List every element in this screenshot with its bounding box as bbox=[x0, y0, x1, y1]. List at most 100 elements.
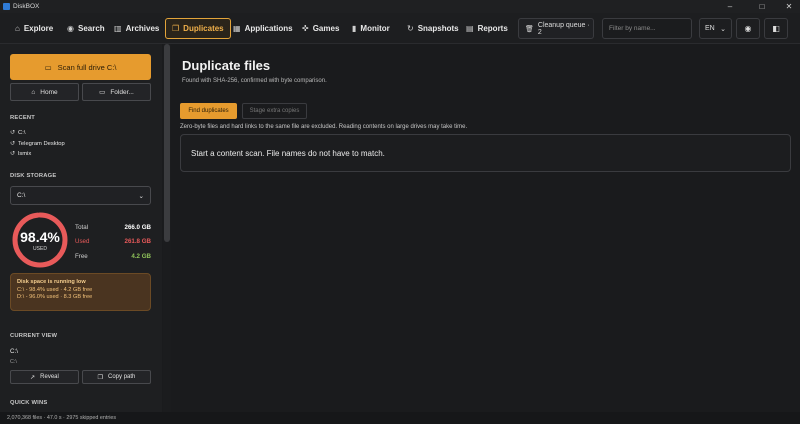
tab-explore[interactable]: ⌂ Explore bbox=[9, 18, 59, 39]
warning-line: C:\ - 98.4% used · 4.2 GB free bbox=[17, 286, 93, 293]
sidebar-scrollbar-thumb[interactable] bbox=[164, 44, 170, 242]
recent-item-label: Telegram Desktop bbox=[18, 140, 65, 147]
tab-duplicates[interactable]: ❐ Duplicates bbox=[165, 18, 231, 39]
low-space-warning: Disk space is running low C:\ - 98.4% us… bbox=[10, 273, 151, 311]
empty-state-message: Start a content scan. File names do not … bbox=[191, 149, 385, 158]
status-text: 2,070,368 files · 47.0 s · 2975 skipped … bbox=[7, 415, 117, 421]
scan-full-drive-button[interactable]: ▭ Scan full drive C:\ bbox=[10, 54, 151, 80]
tab-monitor[interactable]: ▮ Monitor bbox=[346, 18, 396, 39]
gauge-caption: USED bbox=[33, 246, 47, 252]
warning-title: Disk space is running low bbox=[17, 279, 86, 285]
recent-item-label: C:\ bbox=[18, 129, 26, 136]
current-view-path: C:\ bbox=[10, 348, 18, 355]
page-subtitle: Found with SHA-256, confirmed with byte … bbox=[182, 78, 327, 84]
status-bar: 2,070,368 files · 47.0 s · 2975 skipped … bbox=[0, 412, 800, 424]
page-title: Duplicate files bbox=[182, 58, 271, 73]
tab-label: Duplicates bbox=[183, 24, 224, 33]
folder-button-label: Folder... bbox=[110, 88, 134, 96]
stat-used-label: Used bbox=[75, 238, 90, 245]
tab-label: Snapshots bbox=[417, 24, 459, 33]
app-logo-icon bbox=[3, 3, 10, 10]
grid-icon: ▦ bbox=[233, 24, 241, 33]
filter-input[interactable] bbox=[609, 25, 689, 32]
maximize-button[interactable]: □ bbox=[751, 0, 773, 13]
exclusion-note: Zero-byte files and hard links to the sa… bbox=[180, 124, 468, 130]
close-window-button[interactable]: ✕ bbox=[778, 0, 800, 13]
stat-free: Free 4.2 GB bbox=[75, 253, 151, 260]
gamepad-icon: ✜ bbox=[302, 24, 309, 33]
tab-reports[interactable]: ▤ Reports bbox=[460, 18, 514, 39]
title-bar: DiskBOX – □ ✕ bbox=[0, 0, 800, 13]
stat-free-label: Free bbox=[75, 253, 88, 260]
filter-field[interactable] bbox=[602, 18, 692, 39]
visibility-toggle-button[interactable]: ◉ bbox=[736, 18, 760, 39]
recent-item-label: lsmix bbox=[18, 150, 32, 157]
chevron-down-icon: ⌄ bbox=[138, 192, 144, 200]
history-icon: ↺ bbox=[10, 130, 16, 136]
recent-item[interactable]: ↺ lsmix bbox=[10, 150, 32, 158]
find-duplicates-button[interactable]: Find duplicates bbox=[180, 103, 237, 119]
tab-snapshots[interactable]: ↻ Snapshots bbox=[401, 18, 465, 39]
warning-line: D:\ - 96.0% used · 8.3 GB free bbox=[17, 294, 93, 300]
disk-usage-gauge: 98.4% USED bbox=[11, 211, 69, 269]
recent-item[interactable]: ↺ C:\ bbox=[10, 129, 26, 137]
chevron-down-icon: ⌄ bbox=[720, 25, 726, 33]
tab-label: Monitor bbox=[360, 24, 390, 33]
tab-label: Applications bbox=[244, 24, 293, 33]
recent-heading: RECENT bbox=[10, 115, 36, 121]
home-button-label: Home bbox=[40, 88, 58, 96]
reveal-button[interactable]: ↗ Reveal bbox=[10, 370, 79, 384]
reveal-button-label: Reveal bbox=[40, 374, 59, 380]
recent-item[interactable]: ↺ Telegram Desktop bbox=[10, 140, 65, 148]
sidebar: ▭ Scan full drive C:\ ⌂ Home ▭ Folder...… bbox=[0, 44, 162, 412]
results-panel: Start a content scan. File names do not … bbox=[180, 134, 791, 172]
tab-archives[interactable]: ▥ Archives bbox=[108, 18, 165, 39]
archive-icon: ▥ bbox=[114, 24, 122, 33]
folder-button[interactable]: ▭ Folder... bbox=[82, 83, 151, 101]
history-icon: ↺ bbox=[10, 151, 16, 157]
copy-path-label: Copy path bbox=[108, 374, 136, 380]
disk-storage-heading: DISK STORAGE bbox=[10, 173, 57, 179]
home-button[interactable]: ⌂ Home bbox=[10, 83, 79, 101]
stat-total: Total 266.0 GB bbox=[75, 224, 151, 231]
app-title: DiskBOX bbox=[13, 3, 40, 10]
tab-games[interactable]: ✜ Games bbox=[296, 18, 345, 39]
quick-wins-heading: QUICK WINS bbox=[10, 400, 48, 406]
bar-chart-icon: ▮ bbox=[352, 24, 357, 33]
copy-icon: ❐ bbox=[172, 24, 180, 33]
current-view-subpath: C:\ bbox=[10, 359, 17, 365]
main-content: Duplicate files Found with SHA-256, conf… bbox=[171, 44, 800, 412]
gauge-percent: 98.4% bbox=[20, 229, 60, 245]
tab-label: Archives bbox=[125, 24, 160, 33]
minimize-button[interactable]: – bbox=[719, 0, 741, 13]
stat-total-value: 266.0 GB bbox=[124, 224, 151, 231]
tab-label: Search bbox=[77, 24, 105, 33]
cleanup-queue-button[interactable]: 🗑 Cleanup queue · 2 bbox=[518, 18, 594, 39]
scan-button-label: Scan full drive C:\ bbox=[57, 62, 117, 72]
folder-icon: ▭ bbox=[99, 89, 106, 96]
home-icon: ⌂ bbox=[15, 24, 20, 33]
tab-search[interactable]: ◉ Search bbox=[61, 18, 111, 39]
cleanup-queue-label: Cleanup queue · 2 bbox=[537, 21, 590, 36]
stage-extra-copies-button[interactable]: Stage extra copies bbox=[242, 103, 307, 119]
copy-path-button[interactable]: ❐ Copy path bbox=[82, 370, 151, 384]
stat-free-value: 4.2 GB bbox=[131, 253, 151, 260]
drive-select[interactable]: C:\ ⌄ bbox=[10, 186, 151, 205]
history-icon: ↺ bbox=[10, 141, 16, 147]
sidebar-panel-icon: ◧ bbox=[772, 24, 780, 33]
toggle-panel-button[interactable]: ◧ bbox=[764, 18, 788, 39]
drive-select-value: C:\ bbox=[17, 192, 26, 199]
stat-used-value: 261.8 GB bbox=[124, 238, 151, 245]
external-link-icon: ↗ bbox=[30, 374, 36, 381]
copy-icon: ❐ bbox=[97, 374, 104, 381]
top-navigation: ⌂ Explore ◉ Search ▥ Archives ❐ Duplicat… bbox=[0, 13, 800, 44]
refresh-icon: ↻ bbox=[407, 24, 414, 33]
tab-applications[interactable]: ▦ Applications bbox=[227, 18, 299, 39]
language-select[interactable]: EN ⌄ bbox=[699, 18, 732, 39]
drive-icon: ▭ bbox=[44, 62, 52, 72]
stat-used: Used 261.8 GB bbox=[75, 238, 151, 245]
stat-total-label: Total bbox=[75, 224, 89, 231]
current-view-heading: CURRENT VIEW bbox=[10, 333, 58, 339]
home-icon: ⌂ bbox=[31, 88, 36, 96]
eye-icon: ◉ bbox=[67, 24, 74, 33]
